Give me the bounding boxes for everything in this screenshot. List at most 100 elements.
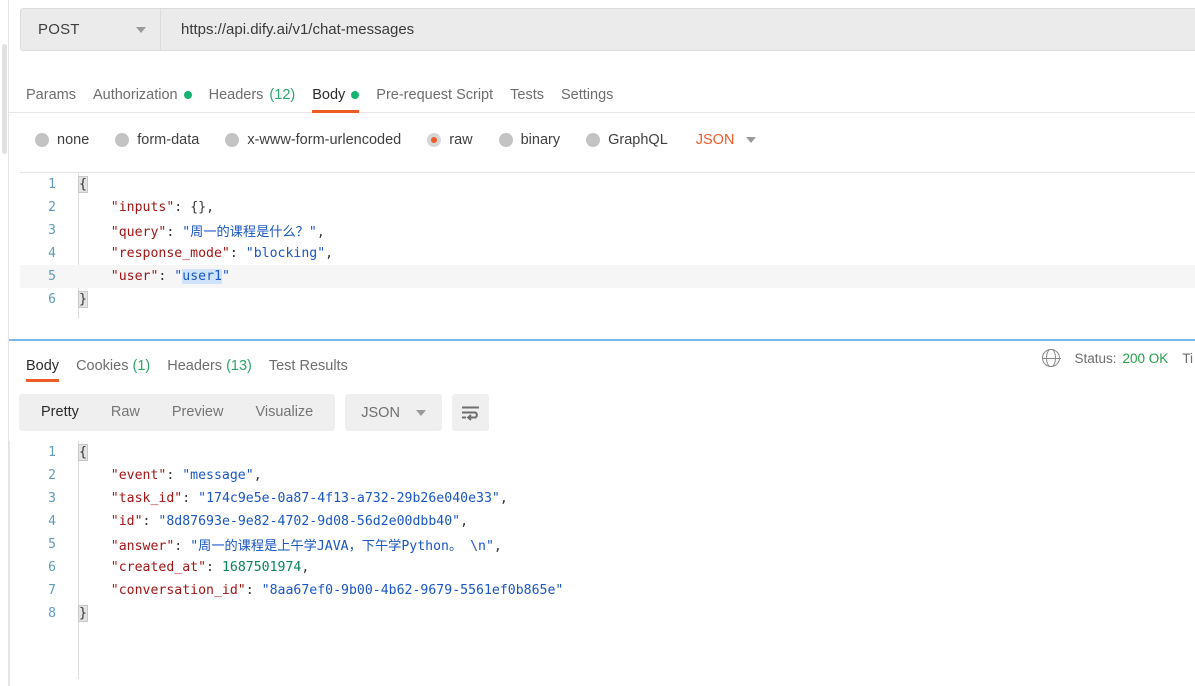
view-mode-raw[interactable]: Raw: [95, 394, 156, 431]
body-type-raw-label: raw: [449, 132, 473, 148]
tab-authorization[interactable]: Authorization: [93, 87, 192, 112]
request-url-field[interactable]: https://api.dify.ai/v1/chat-messages: [160, 8, 1195, 51]
body-type-graphql[interactable]: GraphQL: [586, 132, 668, 148]
view-mode-pretty-label: Pretty: [41, 404, 79, 420]
raw-format-select[interactable]: JSON: [696, 132, 757, 148]
code-line: 7 "conversation_id": "8aa67ef0-9b00-4b62…: [20, 579, 1195, 602]
json-comma: ,: [460, 514, 469, 529]
word-wrap-button[interactable]: [451, 394, 489, 431]
radio-icon: [498, 133, 513, 147]
json-comma: ,: [325, 246, 334, 261]
json-comma: ,: [493, 539, 502, 554]
tab-body-label: Body: [312, 87, 346, 103]
status-label: Status:: [1074, 350, 1117, 366]
json-key: "query": [110, 225, 167, 240]
radio-icon: [35, 133, 49, 147]
view-mode-pretty[interactable]: Pretty: [25, 394, 95, 431]
tab-settings-label: Settings: [560, 87, 614, 103]
body-type-form-data[interactable]: form-data: [115, 132, 199, 148]
tab-settings[interactable]: Settings: [561, 87, 613, 112]
json-colon: :: [245, 583, 262, 598]
line-number: 6: [48, 560, 56, 575]
json-colon: :: [142, 514, 159, 529]
json-value: "8aa67ef0-9b00-4b62-9679-5561ef0b865e": [261, 583, 564, 598]
json-value: "blocking": [245, 246, 326, 261]
line-number: 3: [48, 223, 56, 238]
globe-icon[interactable]: [1042, 348, 1061, 368]
body-type-urlencoded[interactable]: x-www-form-urlencoded: [225, 132, 401, 148]
response-tab-cookies[interactable]: Cookies (1): [76, 358, 150, 382]
chevron-down-icon: [746, 137, 757, 143]
view-mode-raw-label: Raw: [110, 404, 140, 420]
json-quote: ": [221, 269, 230, 284]
response-tab-headers-label: Headers: [167, 358, 223, 374]
json-value-selected: user1: [182, 269, 222, 284]
json-colon: :: [174, 539, 191, 554]
response-left-rail: [9, 441, 10, 686]
code-brace: {: [78, 444, 88, 461]
tab-body[interactable]: Body: [312, 87, 360, 113]
code-text: "id": "8d87693e-9e82-4702-9d08-56d2e00db…: [67, 514, 468, 529]
line-number: 1: [48, 445, 56, 460]
tab-tests-label: Tests: [510, 87, 544, 103]
json-comma: ,: [253, 468, 262, 483]
tab-params[interactable]: Params: [26, 87, 76, 112]
response-tab-cookies-count: (1): [132, 358, 151, 374]
http-method-select[interactable]: POST: [20, 8, 160, 51]
code-line: 3 "task_id": "174c9e5e-0a87-4f13-a732-29…: [20, 487, 1195, 510]
tab-authorization-label: Authorization: [92, 87, 178, 103]
response-status-bar: Status: 200 OK Ti: [1042, 348, 1195, 368]
request-body-editor[interactable]: 1 { 2 "inputs": {}, 3 "query": "周一的课程是什么…: [20, 172, 1195, 318]
json-colon: :: [166, 468, 183, 483]
view-mode-preview-label: Preview: [171, 404, 224, 420]
code-text: {: [67, 444, 88, 461]
response-tab-test-results[interactable]: Test Results: [269, 358, 348, 382]
body-type-binary-label: binary: [520, 132, 561, 148]
code-line: 5 "answer": "周一的课程是上午学JAVA，下午学Python。 \n…: [20, 533, 1195, 556]
body-type-raw[interactable]: raw: [427, 132, 473, 148]
response-tab-headers[interactable]: Headers (13): [167, 358, 252, 382]
tab-tests[interactable]: Tests: [510, 87, 544, 112]
chevron-down-icon: [415, 409, 426, 416]
radio-icon: [586, 133, 601, 147]
radio-icon: [115, 133, 130, 147]
raw-format-label: JSON: [695, 132, 735, 148]
tab-headers[interactable]: Headers (12): [209, 87, 296, 112]
request-tab-strip: Params Authorization Headers (12) Body P…: [9, 74, 1195, 113]
code-line: 8 }: [20, 602, 1195, 625]
pane-resize-divider[interactable]: [9, 339, 1195, 341]
response-format-select[interactable]: JSON: [345, 394, 442, 431]
sidebar-scrollbar-thumb[interactable]: [2, 44, 7, 154]
json-value: "周一的课程是上午学JAVA，下午学Python。 \n": [190, 539, 494, 554]
body-type-none[interactable]: none: [35, 132, 89, 148]
body-type-binary[interactable]: binary: [498, 132, 561, 148]
code-line: 4 "response_mode": "blocking",: [20, 242, 1195, 265]
view-mode-preview[interactable]: Preview: [156, 394, 240, 431]
body-type-none-label: none: [57, 132, 90, 148]
response-tab-body[interactable]: Body: [26, 358, 60, 382]
code-text: "created_at": 1687501974,: [67, 560, 310, 575]
json-comma: ,: [499, 491, 508, 506]
json-key: "id": [110, 514, 143, 529]
view-mode-visualize[interactable]: Visualize: [239, 394, 329, 431]
response-tab-body-label: Body: [26, 358, 60, 374]
code-text: "answer": "周一的课程是上午学JAVA，下午学Python。 \n",: [67, 535, 502, 554]
code-line: 1 {: [20, 441, 1195, 464]
json-key: "response_mode": [110, 246, 230, 261]
code-line: 1 {: [20, 173, 1195, 196]
code-brace: {: [78, 176, 88, 193]
response-tab-strip: Body Cookies (1) Headers (13) Test Resul…: [9, 344, 1195, 382]
code-line: 6 "created_at": 1687501974,: [20, 556, 1195, 579]
json-colon: :: [229, 246, 246, 261]
line-number: 8: [48, 606, 56, 621]
tab-pre-request-script[interactable]: Pre-request Script: [376, 87, 493, 112]
code-text: }: [67, 605, 88, 622]
json-key: "inputs": [110, 200, 175, 215]
response-body-editor[interactable]: 1 { 2 "event": "message", 3 "task_id": "…: [20, 441, 1195, 679]
json-value: {}: [190, 200, 207, 215]
json-colon: :: [206, 560, 222, 575]
http-method-label: POST: [38, 21, 80, 38]
response-format-label: JSON: [361, 404, 400, 421]
body-type-urlencoded-label: x-www-form-urlencoded: [247, 132, 402, 148]
code-line: 6 }: [20, 288, 1195, 311]
